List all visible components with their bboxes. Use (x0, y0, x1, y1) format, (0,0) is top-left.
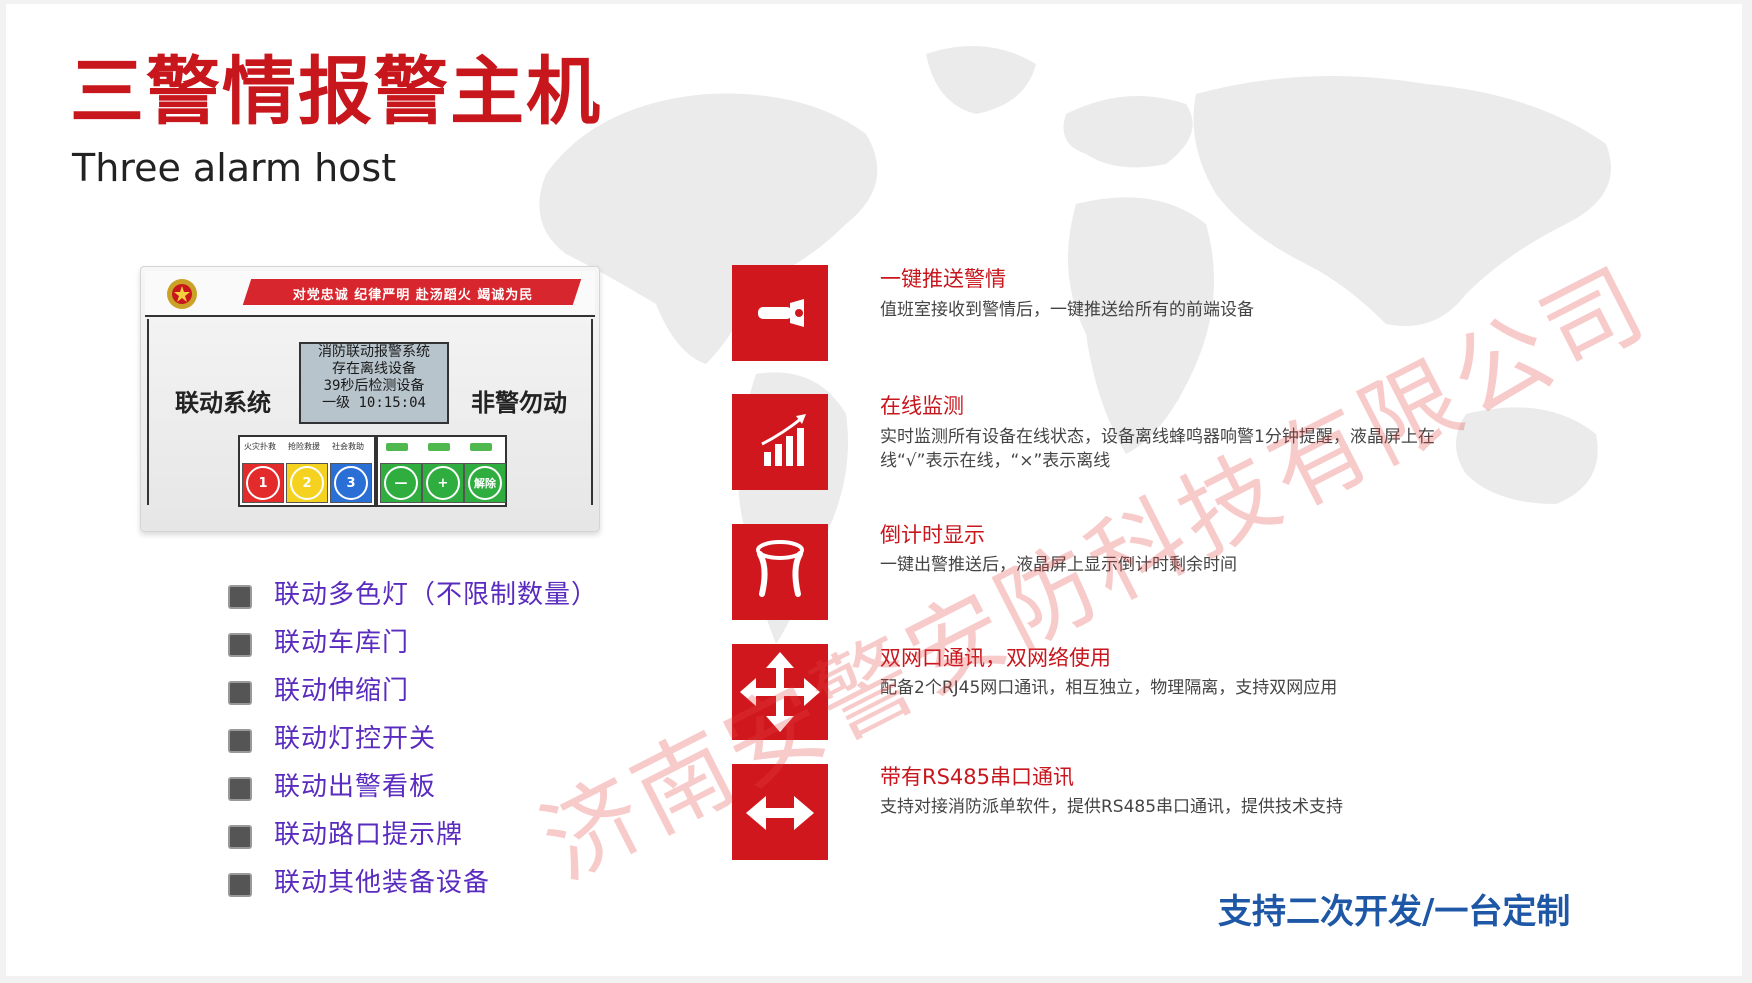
checkbox-icon (228, 777, 252, 801)
list-item-label: 联动多色灯（不限制数量） (274, 580, 599, 610)
feature-title: 在线监测 (880, 394, 964, 418)
button-label: + (426, 466, 460, 500)
checkbox-icon (228, 729, 252, 753)
control-button-group: — + 解除 (376, 435, 507, 507)
hourglass-icon (732, 524, 828, 620)
checkbox-icon (228, 873, 252, 897)
rescue-button: 2 (286, 463, 328, 503)
list-item-label: 联动其他装备设备 (274, 868, 491, 898)
device-header: 对党忠诚 纪律严明 赴汤蹈火 竭诚为民 (145, 271, 595, 317)
slide: 三警情报警主机 Three alarm host 对党忠诚 纪律严明 赴汤蹈火 … (6, 4, 1742, 976)
list-item-label: 联动灯控开关 (274, 724, 437, 754)
four-way-arrows-icon (732, 644, 828, 740)
feature-title: 一键推送警情 (880, 267, 1006, 291)
button-label: — (384, 466, 418, 500)
feature-desc: 支持对接消防派单软件，提供RS485串口通讯，提供技术支持 (880, 797, 1344, 817)
checkbox-icon (228, 633, 252, 657)
feature-title: 带有RS485串口通讯 (880, 765, 1075, 789)
status-led (386, 443, 408, 451)
minus-button: — (380, 463, 422, 503)
lcd-line: 消防联动报警系统 (318, 344, 430, 360)
feature-desc: 配备2个RJ45网口通讯，相互独立，物理隔离，支持双网应用 (880, 678, 1338, 698)
button-label: 1 (246, 466, 280, 500)
list-item-label: 联动车库门 (274, 628, 410, 658)
feature-desc: 实时监测所有设备在线状态，设备离线蜂鸣器响警1分钟提醒，液晶屏上在线“√”表示在… (880, 427, 1435, 471)
checkbox-icon (228, 825, 252, 849)
social-aid-button: 3 (330, 463, 372, 503)
device-left-label: 联动系统 (175, 389, 271, 417)
button-caption: 火灾扑救 (244, 442, 276, 451)
support-note: 支持二次开发/一台定制 (1218, 892, 1571, 932)
feature-title: 倒计时显示 (880, 523, 985, 547)
button-caption: 抢险救援 (288, 442, 320, 451)
device-right-label: 非警勿动 (471, 389, 567, 417)
status-led (428, 443, 450, 451)
device-slogan: 对党忠诚 纪律严明 赴汤蹈火 竭诚为民 (292, 288, 534, 303)
lcd-line: 39秒后检测设备 (323, 378, 425, 394)
button-caption: 社会救助 (332, 442, 364, 451)
checkbox-icon (228, 681, 252, 705)
two-way-arrow-icon (732, 764, 828, 860)
lcd-screen: 消防联动报警系统 存在离线设备 39秒后检测设备 一级 10:15:04 (299, 342, 449, 424)
police-emblem-icon (167, 279, 197, 309)
button-label: 2 (290, 466, 324, 500)
lcd-line: 存在离线设备 (332, 361, 416, 377)
list-item-label: 联动路口提示牌 (274, 820, 464, 850)
signal-bars-icon (732, 394, 828, 490)
plus-button: + (422, 463, 464, 503)
page-title: 三警情报警主机 (70, 49, 602, 135)
flashlight-icon (732, 265, 828, 361)
checkbox-icon (228, 585, 252, 609)
feature-desc: 值班室接收到警情后，一键推送给所有的前端设备 (880, 300, 1254, 320)
button-label: 3 (334, 466, 368, 500)
incident-button-group: 火灾扑救 抢险救援 社会救助 1 2 3 (238, 435, 376, 507)
feature-desc: 一键出警推送后，液晶屏上显示倒计时剩余时间 (880, 555, 1237, 575)
list-item-label: 联动伸缩门 (274, 676, 410, 706)
alarm-host-device: 对党忠诚 纪律严明 赴汤蹈火 竭诚为民 联动系统 非警勿动 消防联动报警系统 存… (140, 266, 600, 532)
world-map-background (539, 46, 1611, 644)
page-subtitle: Three alarm host (72, 146, 397, 190)
lcd-line: 一级 10:15:04 (322, 395, 426, 411)
list-item-label: 联动出警看板 (274, 772, 437, 802)
release-button: 解除 (464, 463, 506, 503)
status-led (470, 443, 492, 451)
fire-button: 1 (242, 463, 284, 503)
button-label: 解除 (468, 466, 502, 500)
feature-title: 双网口通讯，双网络使用 (880, 646, 1111, 670)
